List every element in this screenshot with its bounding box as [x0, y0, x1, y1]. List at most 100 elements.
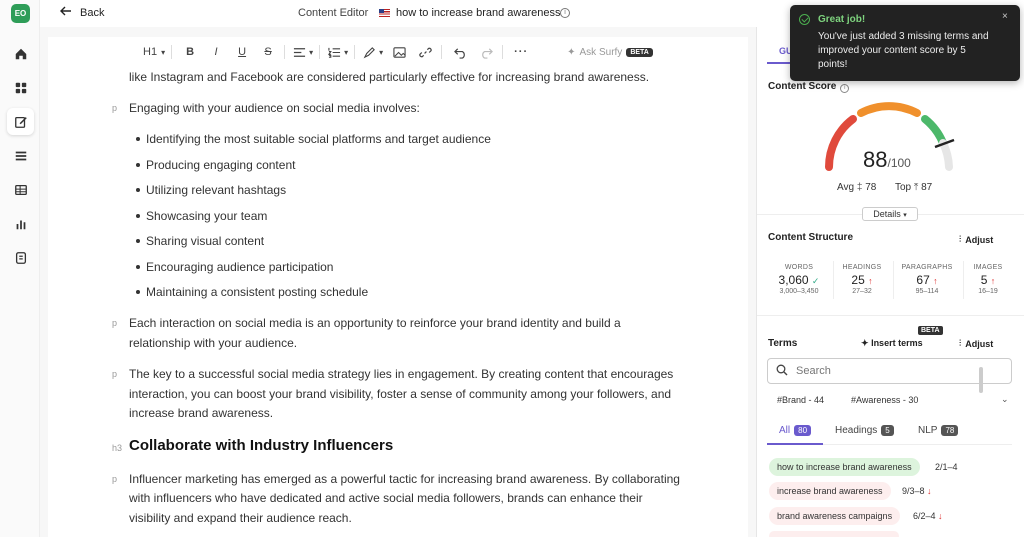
list-item: Producing engaging content	[135, 155, 295, 175]
tab-headings-terms[interactable]: Headings 5	[835, 425, 894, 436]
close-icon[interactable]: ×	[1002, 11, 1008, 22]
document-title: how to increase brand awareness	[396, 7, 561, 19]
undo-icon	[453, 47, 465, 59]
gauge-segment-empty	[939, 139, 953, 171]
strikethrough-button[interactable]: S	[258, 42, 278, 62]
image-icon	[392, 46, 406, 58]
scrollbar[interactable]	[979, 367, 983, 393]
term-chip[interactable]	[769, 531, 899, 537]
back-button[interactable]: Back	[60, 6, 104, 19]
toast-message: You've just added 3 missing terms and im…	[818, 31, 989, 70]
content-score-title: Content Score i	[768, 81, 850, 93]
pen-icon	[363, 46, 376, 58]
avg-icon: ‡	[856, 182, 863, 193]
paragraph: interaction, you can boost your brand vi…	[129, 387, 672, 401]
stat-words: WORDS 3,060 ✓ 3,000–3,450	[778, 264, 820, 295]
paragraph: relationship with your audience.	[129, 336, 298, 350]
tab-all-terms[interactable]: All 80	[779, 425, 812, 436]
beta-badge: BETA	[918, 326, 943, 335]
average-score: Avg ‡ 78	[837, 182, 877, 193]
stat-images: IMAGES 5 ↑ 16–19	[973, 264, 1003, 295]
more-button[interactable]: ···	[511, 42, 531, 62]
dashboard-icon[interactable]	[7, 74, 34, 101]
info-icon[interactable]: i	[840, 84, 850, 93]
list-item: Encouraging audience participation	[135, 257, 333, 277]
details-button[interactable]: Details ▾	[862, 207, 918, 221]
home-icon[interactable]	[7, 40, 34, 67]
heading-tag: h3	[112, 443, 123, 453]
section-heading: Collaborate with Industry Influencers	[129, 437, 394, 454]
undo-button[interactable]	[450, 42, 470, 62]
hashtag-filter[interactable]: #Brand - 44	[777, 395, 824, 405]
list-item: Sharing visual content	[135, 231, 264, 251]
term-chip[interactable]: how to increase brand awareness	[769, 458, 920, 476]
align-dropdown[interactable]: ▾	[293, 42, 313, 62]
toast-title: Great job!	[818, 14, 866, 25]
chart-icon[interactable]	[7, 210, 34, 237]
adjust-structure-button[interactable]: ⫶ Adjust	[959, 234, 993, 245]
redo-button[interactable]	[476, 42, 496, 62]
list-item: Utilizing relevant hashtags	[135, 180, 286, 200]
sparkle-icon: ✦	[861, 338, 869, 348]
tab-nlp-terms[interactable]: NLP 78	[918, 425, 959, 436]
ask-surfy-button[interactable]: ✦ Ask Surfy BETA	[567, 47, 653, 58]
chevron-down-icon: ▾	[903, 212, 907, 219]
stat-headings: HEADINGS 25 ↑ 27–32	[842, 264, 882, 295]
paragraph: visibility and expand their audience rea…	[129, 511, 352, 525]
format-toolbar: H1 ▾ B I U S ▾ ▾ ▾ ··· ✦ Ask Surfy BETA	[143, 41, 653, 63]
stat-paragraphs: PARAGRAPHS 67 ↑ 95–114	[901, 264, 953, 295]
italic-button[interactable]: I	[206, 42, 226, 62]
sliders-icon: ⫶	[959, 234, 962, 244]
search-input[interactable]	[796, 365, 976, 377]
success-toast: Great job! You've just added 3 missing t…	[790, 5, 1020, 81]
highlight-dropdown[interactable]: ▾	[363, 42, 383, 62]
list-item: Showcasing your team	[135, 206, 267, 226]
paragraph-tag: p	[112, 369, 118, 379]
editor-area: H1 ▾ B I U S ▾ ▾ ▾ ··· ✦ Ask Surfy BETA …	[40, 27, 756, 537]
link-button[interactable]	[415, 42, 435, 62]
gauge-segment-orange	[857, 102, 921, 117]
paragraph: Influencer marketing has emerged as a po…	[129, 472, 680, 486]
list-item: Maintaining a consistent posting schedul…	[135, 282, 368, 302]
list-item: Identifying the most suitable social pla…	[136, 129, 491, 149]
paragraph: with influencers who have dedicated and …	[129, 491, 643, 505]
insert-terms-button[interactable]: ✦ Insert terms	[861, 338, 923, 349]
image-button[interactable]	[389, 42, 409, 62]
paragraph: Engaging with your audience on social me…	[129, 101, 420, 115]
gauge-segment-green	[921, 115, 947, 147]
paragraph: Each interaction on social media is an o…	[129, 316, 621, 330]
heading-dropdown[interactable]: H1 ▾	[143, 42, 165, 62]
list-icon[interactable]	[7, 142, 34, 169]
paragraph-tag: p	[112, 103, 118, 113]
content-structure-title: Content Structure	[768, 232, 853, 243]
search-icon	[776, 364, 788, 379]
bold-button[interactable]: B	[180, 42, 200, 62]
document-icon[interactable]	[7, 244, 34, 271]
chevron-down-icon: ▾	[161, 47, 166, 57]
paragraph: The key to a successful social media str…	[129, 367, 674, 381]
edit-icon[interactable]	[7, 108, 34, 135]
term-chip[interactable]: increase brand awareness	[769, 482, 891, 500]
content-score: 88/100	[863, 147, 911, 172]
align-icon	[294, 47, 306, 57]
editor-page[interactable]: H1 ▾ B I U S ▾ ▾ ▾ ··· ✦ Ask Surfy BETA …	[48, 37, 748, 537]
term-count: 9/3–8 ↓	[902, 486, 932, 496]
breadcrumb: Content Editor	[298, 7, 369, 19]
link-icon	[418, 47, 432, 57]
avatar[interactable]: EO	[11, 4, 30, 23]
paragraph-tag: p	[112, 318, 118, 328]
adjust-terms-button[interactable]: ⫶ Adjust	[959, 338, 993, 349]
chevron-down-icon[interactable]: ⌄	[1001, 394, 1009, 405]
sliders-icon: ⫶	[959, 338, 962, 348]
list-dropdown[interactable]: ▾	[328, 42, 348, 62]
info-icon[interactable]: i	[560, 8, 570, 18]
hashtag-filter[interactable]: #Awareness - 30	[851, 395, 918, 405]
term-chip[interactable]: brand awareness campaigns	[769, 507, 901, 525]
underline-button[interactable]: U	[232, 42, 252, 62]
redo-icon	[481, 47, 493, 59]
paragraph: like Instagram and Facebook are consider…	[129, 70, 650, 84]
terms-search[interactable]	[767, 358, 1012, 384]
table-icon[interactable]	[7, 176, 34, 203]
guidelines-panel: GU Content Score i 88/100 Avg ‡ 78 Top ⤒ …	[756, 27, 1024, 537]
sparkle-icon: ✦	[567, 46, 576, 58]
